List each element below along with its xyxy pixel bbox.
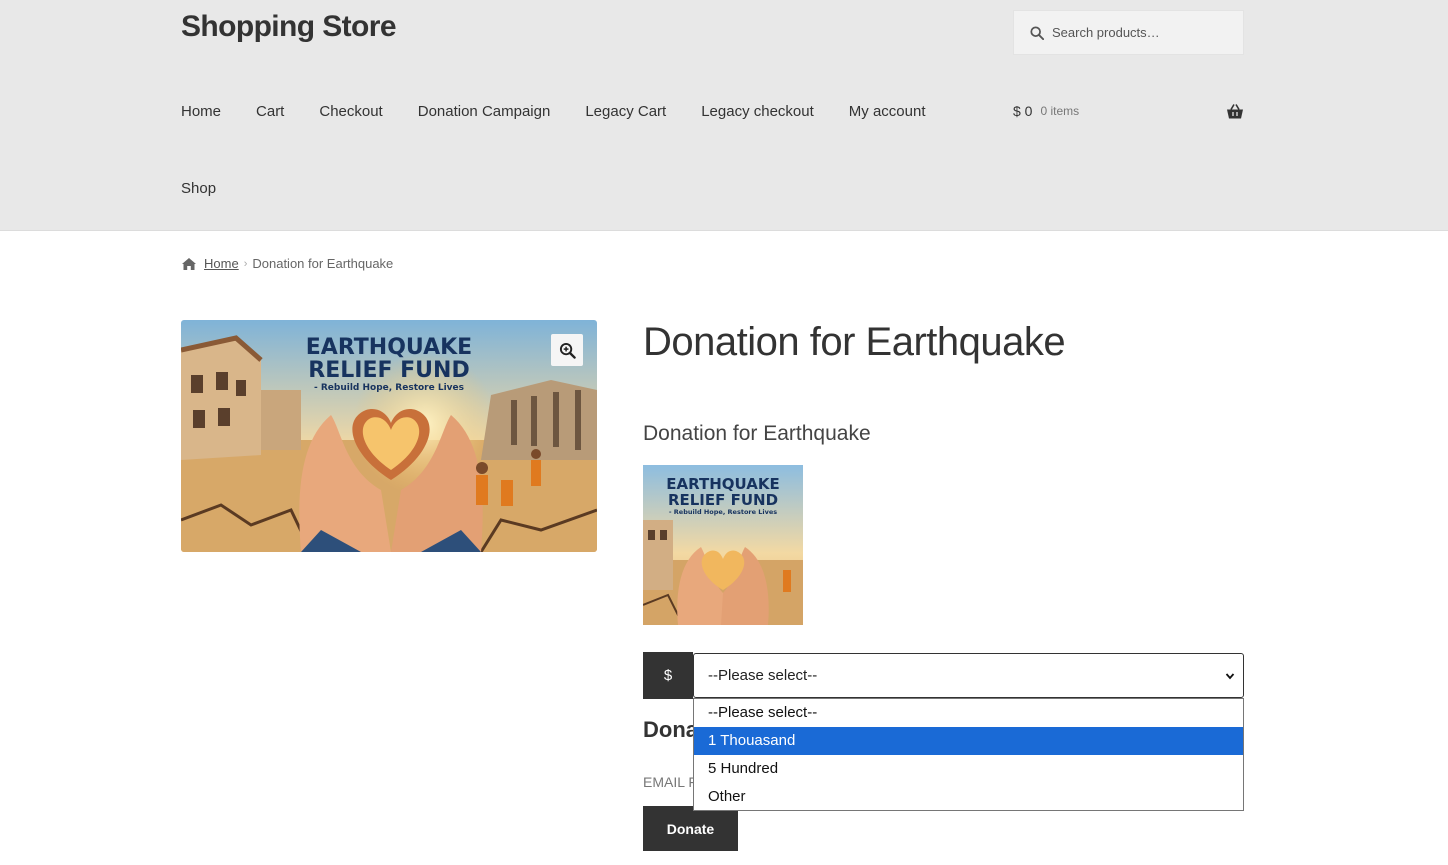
search-icon [1030,25,1044,40]
primary-nav: Home Cart Checkout Donation Campaign Leg… [181,103,960,120]
breadcrumb: Home › Donation for Earthquake [181,256,393,271]
nav-cart[interactable]: Cart [256,103,284,120]
nav-home[interactable]: Home [181,103,221,120]
product-title: Donation for Earthquake [643,320,1066,364]
breadcrumb-home[interactable]: Home [204,256,239,271]
select-value: --Please select-- [708,667,818,684]
donor-info-heading: Dona [643,717,698,742]
earthquake-relief-illustration: EARTHQUAKE RELIEF FUND - Rebuild Hope, R… [181,320,597,552]
header-cart[interactable]: $ 0 0 items [1013,103,1244,119]
product-thumbnail: EARTHQUAKE RELIEF FUND - Rebuild Hope, R… [643,465,803,625]
zoom-in-icon [559,342,576,359]
site-title[interactable]: Shopping Store [181,10,397,44]
select-option[interactable]: Other [694,783,1243,811]
nav-shop[interactable]: Shop [181,180,216,197]
select-option-highlighted[interactable]: 1 Thouasand [694,727,1243,755]
zoom-button[interactable] [551,334,583,366]
search-input[interactable] [1052,25,1232,40]
earthquake-relief-thumbnail: EARTHQUAKE RELIEF FUND - Rebuild Hope, R… [643,465,803,625]
select-dropdown-list[interactable]: --Please select-- 1 Thouasand 5 Hundred … [693,698,1244,811]
breadcrumb-separator: › [243,257,248,270]
basket-icon[interactable] [1226,103,1244,120]
nav-donation-campaign[interactable]: Donation Campaign [418,103,551,120]
currency-symbol: $ [643,652,693,699]
site-header: Shopping Store Home Cart Checkout Donati… [0,0,1448,231]
product-subtitle: Donation for Earthquake [643,422,871,445]
nav-legacy-cart[interactable]: Legacy Cart [585,103,666,120]
donate-button[interactable]: Donate [643,806,738,851]
nav-my-account[interactable]: My account [849,103,926,120]
nav-legacy-checkout[interactable]: Legacy checkout [701,103,814,120]
thumb-title-line2: RELIEF FUND [668,491,778,509]
image-title-line2: RELIEF FUND [308,358,469,383]
chevron-down-icon [1225,673,1235,680]
thumb-tagline: - Rebuild Hope, Restore Lives [669,508,777,516]
cart-count: 0 items [1040,104,1080,118]
search-box[interactable] [1013,10,1244,55]
image-title-line1: EARTHQUAKE [306,335,472,360]
cart-amount: $ 0 [1013,103,1033,119]
select-option[interactable]: 5 Hundred [694,755,1243,783]
home-icon [182,257,196,270]
email-label: EMAIL F [643,774,697,790]
breadcrumb-current: Donation for Earthquake [252,256,394,271]
nav-checkout[interactable]: Checkout [319,103,382,120]
product-image[interactable]: EARTHQUAKE RELIEF FUND - Rebuild Hope, R… [181,320,597,552]
donation-amount-select[interactable]: --Please select-- [693,653,1244,698]
select-option[interactable]: --Please select-- [694,699,1243,727]
image-tagline: - Rebuild Hope, Restore Lives [314,383,464,393]
